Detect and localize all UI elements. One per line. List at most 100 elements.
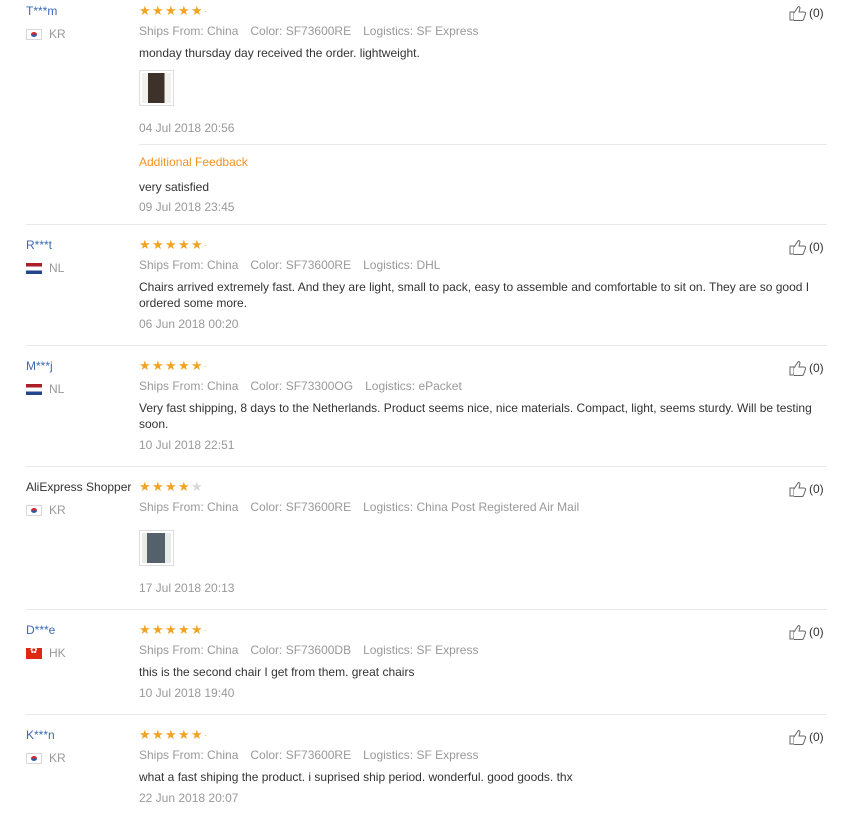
star-icon: ★ xyxy=(191,358,203,374)
order-meta: Ships From: China Color: SF73600RE Logisti… xyxy=(139,748,490,762)
country-code: NL xyxy=(49,261,65,275)
review-text: this is the second chair I get from them… xyxy=(139,665,415,679)
thumbs-up-icon xyxy=(789,481,807,497)
hk-flag-icon xyxy=(26,646,42,659)
reviewer-name[interactable]: K***n xyxy=(26,728,55,742)
helpful-button[interactable]: (0) xyxy=(789,238,824,256)
review-divider xyxy=(26,609,827,610)
star-icon: ★ xyxy=(139,358,151,374)
chair-photo-image xyxy=(142,73,171,103)
star-icon: ★ xyxy=(139,622,151,638)
item-color: Color: SF73600RE xyxy=(250,24,352,38)
star-icon: ★ xyxy=(165,727,177,743)
country-code: KR xyxy=(49,27,66,41)
helpful-count: (0) xyxy=(809,240,824,254)
star-icon: ★ xyxy=(165,479,177,495)
review-item: D***e HK ★★★★★· Ships From: China Color: … xyxy=(0,620,855,714)
item-color: Color: SF73600RE xyxy=(250,500,352,514)
reviewer-name[interactable]: T***m xyxy=(26,4,57,18)
reviewer-country: NL xyxy=(26,261,64,275)
reviewer-country: NL xyxy=(26,382,64,396)
star-icon: ★ xyxy=(191,3,203,19)
country-code: KR xyxy=(49,503,66,517)
star-icon: ★ xyxy=(152,3,164,19)
order-meta: Ships From: China Color: SF73600RE Logisti… xyxy=(139,258,452,272)
logistics: Logistics: China Post Registered Air Mai… xyxy=(363,500,580,514)
logistics: Logistics: SF Express xyxy=(363,748,479,762)
star-rating: ★ ★ ★ ★ ★ · xyxy=(139,3,207,19)
logistics: Logistics: ePacket xyxy=(365,379,462,393)
reviewer-name[interactable]: D***e xyxy=(26,623,55,637)
helpful-button[interactable]: (0) xyxy=(789,728,824,746)
review-date: 10 Jul 2018 22:51 xyxy=(139,438,235,452)
item-color: Color: SF73300OG xyxy=(250,379,354,393)
review-divider xyxy=(26,224,827,225)
star-icon: ★ xyxy=(152,358,164,374)
helpful-button[interactable]: (0) xyxy=(789,4,824,22)
star-rating: ★ ★ ★ ★ ★ · xyxy=(139,358,207,374)
country-code: HK xyxy=(49,646,66,660)
reviewer-name[interactable]: M***j xyxy=(26,359,53,373)
reviewer-country: HK xyxy=(26,646,66,660)
order-meta: Ships From: China Color: SF73600RE Logisti… xyxy=(139,24,490,38)
logistics: Logistics: SF Express xyxy=(363,643,479,657)
ships-from: Ships From: China xyxy=(139,643,239,657)
nl-flag-icon xyxy=(26,262,42,274)
kr-flag-icon xyxy=(26,752,42,764)
reviewer-country: KR xyxy=(26,27,66,41)
country-code: KR xyxy=(49,751,66,765)
star-icon: ★ xyxy=(191,237,203,253)
helpful-button[interactable]: (0) xyxy=(789,623,824,641)
ships-from: Ships From: China xyxy=(139,379,239,393)
item-color: Color: SF73600RE xyxy=(250,258,352,272)
ships-from: Ships From: China xyxy=(139,258,239,272)
helpful-button[interactable]: (0) xyxy=(789,480,824,498)
additional-feedback-date: 09 Jul 2018 23:45 xyxy=(139,200,235,214)
star-rating: ★ ★ ★ ★ ★ · xyxy=(139,727,207,743)
review-photo[interactable] xyxy=(139,70,174,106)
reviewer-name: AliExpress Shopper xyxy=(26,480,132,494)
star-rating: ★ ★ ★ ★ ★ xyxy=(139,480,204,494)
thumbs-up-icon xyxy=(789,729,807,745)
star-icon: ★ xyxy=(178,479,190,495)
star-icon: ★ xyxy=(178,727,190,743)
kr-flag-icon xyxy=(26,504,42,516)
review-item: K***n KR ★ ★ ★ ★ ★ · Ships From: China Color: … xyxy=(0,725,855,820)
chair-photo-image xyxy=(142,533,171,563)
review-item: M***j NL ★ ★ ★ ★ ★ · Ships From: China Color: … xyxy=(0,356,855,466)
ships-from: Ships From: China xyxy=(139,500,239,514)
helpful-button[interactable]: (0) xyxy=(789,359,824,377)
nl-flag-icon xyxy=(26,383,42,395)
thumbs-up-icon xyxy=(789,5,807,21)
star-icon: ★ xyxy=(152,622,164,638)
thumbs-up-icon xyxy=(789,239,807,255)
review-text: Chairs arrived extremely fast. And they … xyxy=(139,280,810,310)
star-empty-icon: ★ xyxy=(191,479,203,495)
divider xyxy=(139,144,827,145)
star-icon: ★ xyxy=(165,358,177,374)
review-item: AliExpress Shopper KR ★ ★ ★ ★ ★ Ships From: … xyxy=(0,477,855,609)
star-icon: ★ xyxy=(139,727,151,743)
ships-from: Ships From: China xyxy=(139,748,239,762)
review-photo[interactable] xyxy=(139,530,174,566)
review-date: 10 Jul 2018 19:40 xyxy=(139,686,235,700)
star-icon: ★ xyxy=(165,3,177,19)
item-color: Color: SF73600DB xyxy=(250,643,352,657)
star-rating: ★ ★ ★ ★ ★ · xyxy=(139,622,207,638)
helpful-count: (0) xyxy=(809,482,824,496)
thumbs-up-icon xyxy=(789,360,807,376)
helpful-count: (0) xyxy=(809,625,824,639)
reviewer-name[interactable]: R***t xyxy=(26,238,52,252)
review-date: 22 Jun 2018 20:07 xyxy=(139,791,239,805)
item-color: Color: SF73600RE xyxy=(250,748,352,762)
review-divider xyxy=(26,345,827,346)
ships-from: Ships From: China xyxy=(139,24,239,38)
star-icon: ★ xyxy=(139,3,151,19)
order-meta: Ships From: China Color: SF73600RE Logisti… xyxy=(139,500,591,514)
review-date: 17 Jul 2018 20:13 xyxy=(139,581,235,595)
helpful-count: (0) xyxy=(809,361,824,375)
review-text: monday thursday day received the order. … xyxy=(139,46,420,60)
review-text: what a fast shiping the product. i supri… xyxy=(139,770,573,784)
star-icon: ★ xyxy=(139,237,151,253)
star-icon: ★ xyxy=(191,727,203,743)
